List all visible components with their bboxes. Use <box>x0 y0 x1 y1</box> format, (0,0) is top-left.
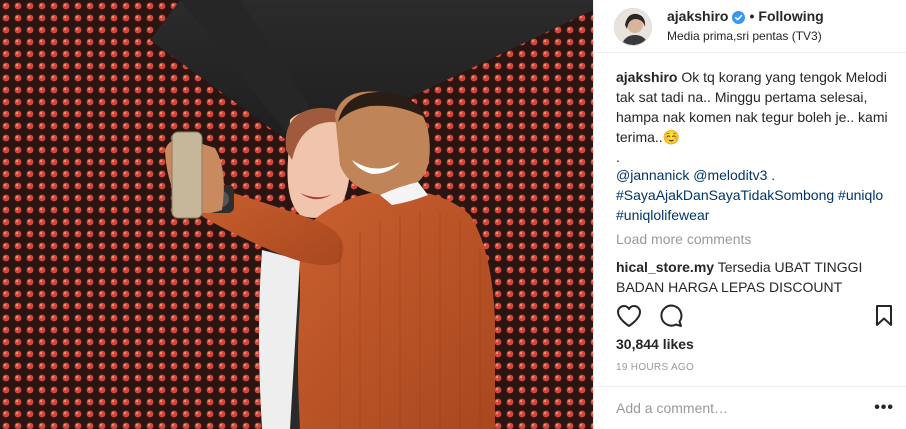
verified-badge-icon <box>732 10 746 24</box>
post-side-panel: ajakshiro • Following Media prima,sri pe… <box>593 0 906 429</box>
mentions-suffix: . <box>767 167 776 183</box>
mentions-links[interactable]: @jannanick @meloditv3 <box>616 167 767 183</box>
hashtag-links[interactable]: #SayaAjakDanSayaTidakSombong #uniqlo #un… <box>616 185 890 225</box>
comment-bubble-icon[interactable] <box>658 304 684 328</box>
caption-username[interactable]: ajakshiro <box>616 69 677 85</box>
post-photo[interactable] <box>0 0 593 429</box>
comments-section: ajakshiro Ok tq korang yang tengok Melod… <box>594 53 906 297</box>
username[interactable]: ajakshiro <box>667 7 728 25</box>
post-timestamp[interactable]: 19 HOURS AGO <box>616 362 694 373</box>
more-options-icon[interactable]: ••• <box>874 399 894 417</box>
caption-tags: @jannanick @meloditv3 . #SayaAjakDanSaya… <box>616 165 890 225</box>
load-more-comments-button[interactable]: Load more comments <box>616 229 890 249</box>
caption-dot: . <box>616 149 620 165</box>
action-bar <box>616 302 894 330</box>
bookmark-icon[interactable] <box>874 304 894 328</box>
comment-input[interactable] <box>616 400 875 416</box>
comment-username[interactable]: hical_store.my <box>616 259 714 275</box>
location-link[interactable]: Media prima,sri pentas (TV3) <box>667 29 824 44</box>
likes-count[interactable]: 30,844 likes <box>616 336 694 352</box>
following-button[interactable]: Following <box>758 7 823 25</box>
caption: ajakshiro Ok tq korang yang tengok Melod… <box>616 67 890 147</box>
heart-icon[interactable] <box>616 304 642 328</box>
comment-item: hical_store.my Tersedia UBAT TINGGI BADA… <box>616 257 890 297</box>
post-header: ajakshiro • Following Media prima,sri pe… <box>594 0 906 52</box>
separator-dot: • <box>749 8 755 24</box>
action-left-group <box>616 304 684 328</box>
header-text: ajakshiro • Following Media prima,sri pe… <box>667 7 824 44</box>
comment-bar: ••• <box>594 386 906 429</box>
user-line: ajakshiro • Following <box>667 7 824 25</box>
photo-image <box>0 0 593 429</box>
avatar[interactable] <box>614 8 652 46</box>
